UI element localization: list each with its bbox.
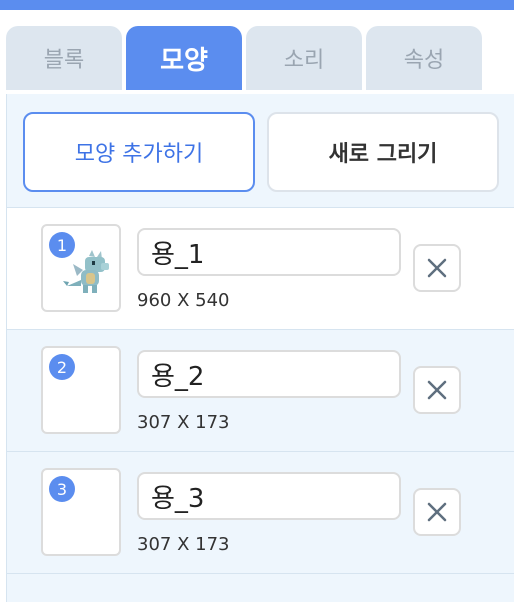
costume-dimensions: 307 X 173: [137, 534, 230, 555]
costume-item[interactable]: 3 용_3 307 X 173: [7, 452, 514, 574]
costume-item[interactable]: 1 용_1 960 X 540: [7, 208, 514, 330]
delete-costume-button[interactable]: [413, 366, 461, 414]
costume-thumbnail[interactable]: 3: [41, 468, 121, 556]
add-costume-button[interactable]: 모양 추가하기: [23, 112, 255, 192]
costume-panel: 모양 추가하기 새로 그리기 1 용_1 960 X 540 2 용_2 307…: [6, 94, 514, 602]
costume-name-input[interactable]: 용_2: [137, 350, 401, 398]
close-icon: [427, 380, 447, 400]
tab-sound[interactable]: 소리: [246, 26, 362, 90]
delete-costume-button[interactable]: [413, 244, 461, 292]
close-icon: [427, 502, 447, 522]
tab-properties[interactable]: 속성: [366, 26, 482, 90]
costume-number-badge: 3: [49, 476, 75, 502]
tab-block[interactable]: 블록: [6, 26, 122, 90]
top-accent-bar: [0, 0, 514, 10]
costume-name-input[interactable]: 용_3: [137, 472, 401, 520]
costume-thumbnail[interactable]: 2: [41, 346, 121, 434]
costume-item[interactable]: 2 용_2 307 X 173: [7, 330, 514, 452]
costume-thumbnail[interactable]: 1: [41, 224, 121, 312]
costume-number-badge: 2: [49, 354, 75, 380]
costume-dimensions: 307 X 173: [137, 412, 230, 433]
costume-name-input[interactable]: 용_1: [137, 228, 401, 276]
delete-costume-button[interactable]: [413, 488, 461, 536]
tab-bar: 블록 모양 소리 속성: [0, 10, 514, 96]
close-icon: [427, 258, 447, 278]
costume-actions: 모양 추가하기 새로 그리기: [7, 94, 514, 208]
tab-costume[interactable]: 모양: [126, 26, 242, 90]
dragon-icon: [63, 250, 109, 293]
draw-new-button[interactable]: 새로 그리기: [267, 112, 499, 192]
costume-dimensions: 960 X 540: [137, 290, 230, 311]
